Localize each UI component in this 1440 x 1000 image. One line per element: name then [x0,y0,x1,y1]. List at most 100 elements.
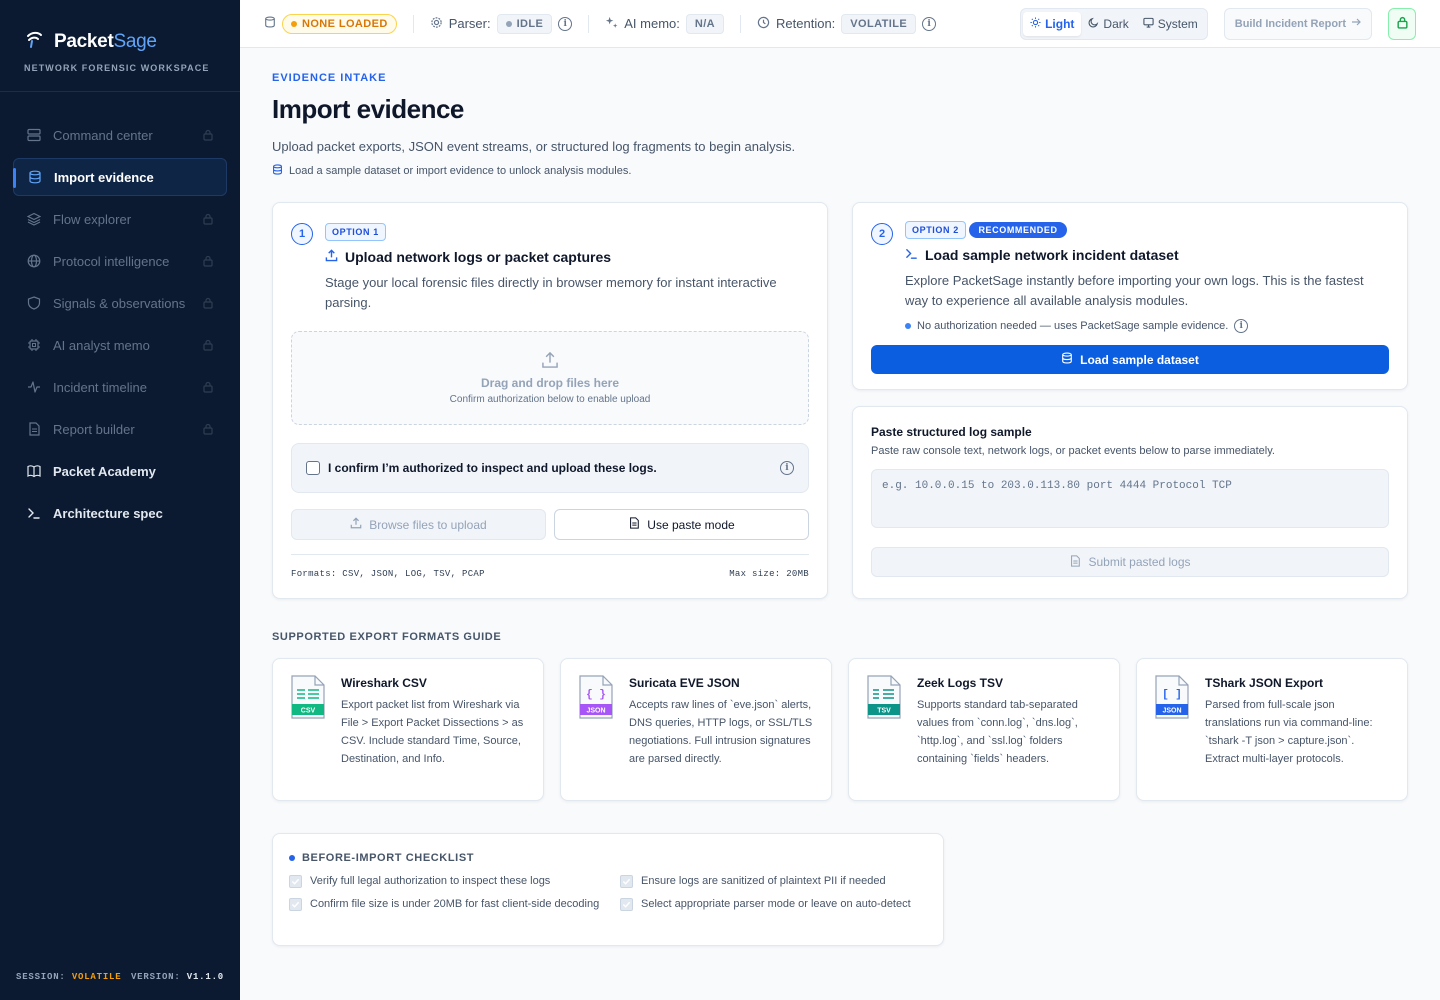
sun-icon [1030,16,1041,31]
browse-files-button[interactable]: Browse files to upload [291,509,546,540]
option-badge: OPTION 1 [325,223,386,241]
sidebar-item-command-center[interactable]: Command center [13,116,227,154]
dropzone-title: Drag and drop files here [480,376,620,390]
info-icon[interactable]: i [1234,319,1249,333]
sidebar-item-signals[interactable]: Signals & observations [13,284,227,322]
csv-file-icon: CSV [291,675,327,784]
upload-option-title: Upload network logs or packet captures [325,249,809,265]
formats-guide-heading: SUPPORTED EXPORT FORMATS GUIDE [272,631,502,643]
dataset-status-badge: NONE LOADED [282,13,397,34]
max-file-size: Max size: 20MB [729,569,809,579]
sample-dataset-card: 2 OPTION 2 RECOMMENDED Load sample netwo… [852,202,1408,390]
sidebar-nav: Command center Import evidence Flow expl… [0,92,240,532]
database-icon [272,164,283,178]
lock-session-button[interactable] [1388,7,1416,40]
checklist-title: BEFORE-IMPORT CHECKLIST [289,852,927,864]
sidebar-item-incident-timeline[interactable]: Incident timeline [13,368,227,406]
sidebar-item-architecture-spec[interactable]: Architecture spec [13,494,227,532]
session-footer: SESSION: VOLATILE VERSION: V1.1.0 [16,972,224,982]
gear-icon [430,16,443,32]
sidebar-item-import-evidence[interactable]: Import evidence [13,158,227,196]
option-number: 1 [291,223,313,245]
ai-memo-badge: N/A [685,13,725,34]
retention-status: Retention: VOLATILE i [757,13,937,34]
document-icon [628,517,640,532]
checklist-item[interactable]: Select appropriate parser mode or leave … [620,897,920,912]
top-status-bar: NONE LOADED Parser: IDLE i AI memo: N/A … [240,0,1440,48]
upload-constraints: Formats: CSV, JSON, LOG, TSV, PCAP Max s… [291,554,809,579]
theme-light-button[interactable]: Light [1023,11,1082,36]
supported-formats: Formats: CSV, JSON, LOG, TSV, PCAP [291,569,485,579]
tsv-file-icon: TSV [867,675,903,784]
paste-log-textarea[interactable]: e.g. 10.0.0.15 to 203.0.113.80 port 4444… [871,469,1389,528]
sidebar-item-ai-memo[interactable]: AI analyst memo [13,326,227,364]
lock-icon [203,423,213,435]
lock-icon [203,339,213,351]
checklist-item[interactable]: Ensure logs are sanitized of plaintext P… [620,874,920,889]
page-description: Upload packet exports, JSON event stream… [272,139,796,154]
checklist-item[interactable]: Confirm file size is under 20MB for fast… [289,897,620,912]
sidebar-item-flow-explorer[interactable]: Flow explorer [13,200,227,238]
clock-icon [757,16,770,32]
before-import-checklist: BEFORE-IMPORT CHECKLIST Verify full lega… [272,833,944,946]
checkbox-icon [620,898,633,911]
upload-icon [325,249,338,265]
svg-text:TSV: TSV [877,708,891,715]
upload-icon [541,351,559,372]
parser-status: Parser: IDLE i [430,13,573,34]
shield-icon [27,296,41,310]
use-paste-mode-button[interactable]: Use paste mode [554,509,809,540]
sidebar-item-packet-academy[interactable]: Packet Academy [13,452,227,490]
load-sample-dataset-button[interactable]: Load sample dataset [871,345,1389,374]
database-icon [1061,352,1073,367]
dropzone-subtitle: Confirm authorization below to enable up… [449,394,651,405]
sidebar-item-report-builder[interactable]: Report builder [13,410,227,448]
page-title: Import evidence [272,94,464,124]
format-title: Suricata EVE JSON [629,676,740,690]
format-description: Supports standard tab-separated values f… [917,699,1078,765]
recommended-badge: RECOMMENDED [969,222,1067,238]
sample-dataset-note: No authorization needed — uses PacketSag… [905,319,1389,333]
svg-text:JSON: JSON [1162,708,1181,715]
layers-icon [27,212,41,226]
checklist-item[interactable]: Verify full legal authorization to inspe… [289,874,620,889]
monitor-icon [1143,17,1154,31]
sidebar-item-protocol-intelligence[interactable]: Protocol intelligence [13,242,227,280]
server-icon [27,128,41,142]
format-title: Zeek Logs TSV [917,676,1004,690]
svg-text:JSON: JSON [586,708,605,715]
brand-name: PacketSage [54,30,157,52]
svg-text:CSV: CSV [301,708,316,715]
upload-option-card: 1 OPTION 1 Upload network logs or packet… [272,202,828,599]
moon-icon [1088,17,1099,31]
build-incident-report-button[interactable]: Build Incident Report [1223,7,1372,40]
format-card-suricata-eve-json: { } JSON Suricata EVE JSON Accepts raw li… [560,658,832,801]
paste-log-card: Paste structured log sample Paste raw co… [852,406,1408,599]
upload-icon [350,517,362,532]
lock-icon [203,213,213,225]
option-badge: OPTION 2 [905,221,966,239]
session-status: SESSION: VOLATILE [16,972,122,982]
submit-pasted-logs-button[interactable]: Submit pasted logs [871,547,1389,577]
lock-icon [203,297,213,309]
file-dropzone[interactable]: Drag and drop files here Confirm authori… [291,331,809,425]
page-hint: Load a sample dataset or import evidence… [272,164,1408,178]
info-icon[interactable]: i [922,16,937,31]
parser-status-badge: IDLE [496,13,553,34]
lock-icon [203,255,213,267]
theme-system-button[interactable]: System [1136,12,1205,36]
json-file-icon: { } JSON [579,675,615,784]
lock-icon [1396,16,1408,32]
svg-text:[ ]: [ ] [1162,689,1182,701]
option-number: 2 [871,223,893,245]
import-options: 1 OPTION 1 Upload network logs or packet… [272,202,1408,599]
version-info: VERSION: V1.1.0 [130,972,224,982]
theme-dark-button[interactable]: Dark [1081,12,1135,36]
paste-subtitle: Paste raw console text, network logs, or… [871,445,1275,457]
info-icon[interactable]: i [780,461,794,475]
authorization-confirmation: I confirm I’m authorized to inspect and … [291,443,809,493]
authorization-checkbox[interactable] [306,461,320,475]
info-icon[interactable]: i [558,16,573,31]
upload-option-description: Stage your local forensic files directly… [325,275,777,310]
formats-guide: CSV Wireshark CSV Export packet list fro… [272,658,1408,801]
